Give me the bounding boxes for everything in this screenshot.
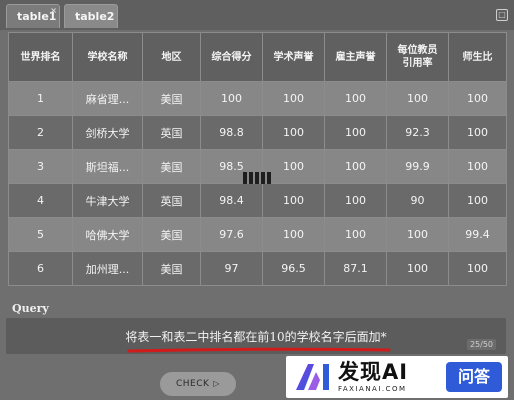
table-cell[interactable]: 97 [200, 251, 263, 286]
table-header-row: 世界排名 学校名称 地区 综合得分 学术声誉 雇主声誉 每位教员引用率 师生比 [8, 32, 507, 82]
table-cell[interactable]: 100 [262, 81, 325, 116]
table-cell[interactable]: 6 [8, 251, 73, 286]
table-cell[interactable]: 87.1 [324, 251, 387, 286]
table-cell[interactable]: 100 [262, 183, 325, 218]
table-cell[interactable]: 麻省理... [72, 81, 143, 116]
table-cell[interactable]: 100 [324, 115, 387, 150]
tab-label: table2 [75, 10, 115, 23]
header-label: 每位教员引用率 [397, 45, 438, 69]
column-header[interactable]: 每位教员引用率 [386, 32, 449, 82]
table-cell[interactable]: 4 [8, 183, 73, 218]
check-button[interactable]: CHECK ▷ [160, 372, 236, 396]
table-cell[interactable]: 100 [324, 149, 387, 184]
table-cell[interactable]: 100 [262, 217, 325, 252]
table-cell[interactable]: 99.4 [448, 217, 507, 252]
table-cell[interactable]: 英国 [142, 183, 201, 218]
tab-table1[interactable]: table1 × [6, 4, 60, 28]
table-cell[interactable]: 99.9 [386, 149, 449, 184]
table-cell[interactable]: 100 [448, 81, 507, 116]
table-cell[interactable]: 96.5 [262, 251, 325, 286]
column-header[interactable]: 雇主声誉 [324, 32, 387, 82]
table-cell[interactable]: 90 [386, 183, 449, 218]
column-header[interactable]: 师生比 [448, 32, 507, 82]
qa-badge: 问答 [446, 362, 502, 392]
table-cell[interactable]: 100 [386, 81, 449, 116]
data-table: 世界排名 学校名称 地区 综合得分 学术声誉 雇主声誉 每位教员引用率 师生比 … [8, 32, 507, 286]
column-header[interactable]: 学校名称 [72, 32, 143, 82]
query-text: 将表一和表二中排名都在前10的学校名字后面加* [125, 330, 387, 344]
table-cell[interactable]: 3 [8, 149, 73, 184]
red-underline-annotation [127, 347, 391, 353]
table-cell[interactable]: 98.4 [200, 183, 263, 218]
table-row[interactable]: 1 麻省理... 美国 100 100 100 100 100 [8, 81, 507, 116]
tab-bar: table1 × table2 □ [0, 0, 514, 30]
loading-icon [243, 172, 271, 184]
column-header[interactable]: 地区 [142, 32, 201, 82]
table-cell[interactable]: 92.3 [386, 115, 449, 150]
table-cell[interactable]: 美国 [142, 149, 201, 184]
table-row[interactable]: 5 哈佛大学 美国 97.6 100 100 100 99.4 [8, 217, 507, 252]
table-cell[interactable]: 100 [448, 183, 507, 218]
table-row[interactable]: 2 剑桥大学 英国 98.8 100 100 92.3 100 [8, 115, 507, 150]
table-cell[interactable]: 98.8 [200, 115, 263, 150]
table-cell[interactable]: 100 [324, 81, 387, 116]
table-cell[interactable]: 5 [8, 217, 73, 252]
table-row[interactable]: 6 加州理... 美国 97 96.5 87.1 100 100 [8, 251, 507, 286]
table-cell[interactable]: 100 [386, 217, 449, 252]
table-cell[interactable]: 美国 [142, 81, 201, 116]
column-header[interactable]: 综合得分 [200, 32, 263, 82]
char-counter: 25/50 [466, 339, 496, 350]
table-cell[interactable]: 牛津大学 [72, 183, 143, 218]
play-icon: ▷ [213, 379, 221, 388]
table-cell[interactable]: 英国 [142, 115, 201, 150]
column-header[interactable]: 世界排名 [8, 32, 73, 82]
table-cell[interactable]: 100 [448, 115, 507, 150]
table-cell[interactable]: 美国 [142, 217, 201, 252]
table-cell[interactable]: 100 [324, 183, 387, 218]
column-header[interactable]: 学术声誉 [262, 32, 325, 82]
watermark-domain: FAXIANAI.COM [338, 384, 407, 393]
table-cell[interactable]: 100 [448, 251, 507, 286]
query-label: Query [12, 302, 49, 315]
table-cell[interactable]: 美国 [142, 251, 201, 286]
table-cell[interactable]: 97.6 [200, 217, 263, 252]
table-cell[interactable]: 100 [262, 149, 325, 184]
table-cell[interactable]: 剑桥大学 [72, 115, 143, 150]
table-cell[interactable]: 100 [386, 251, 449, 286]
table-row[interactable]: 4 牛津大学 英国 98.4 100 100 90 100 [8, 183, 507, 218]
table-cell[interactable]: 2 [8, 115, 73, 150]
logo-icon [296, 364, 329, 390]
close-icon[interactable]: × [50, 0, 57, 23]
watermark-banner: 发现AI FAXIANAI.COM 问答 [286, 356, 508, 398]
table-cell[interactable]: 哈佛大学 [72, 217, 143, 252]
table-cell[interactable]: 100 [448, 149, 507, 184]
table-cell[interactable]: 100 [324, 217, 387, 252]
table-cell[interactable]: 加州理... [72, 251, 143, 286]
table-cell[interactable]: 100 [262, 115, 325, 150]
watermark-title: 发现AI [338, 359, 409, 384]
table-cell[interactable]: 100 [200, 81, 263, 116]
tab-table2[interactable]: table2 [64, 4, 118, 28]
table-cell[interactable]: 1 [8, 81, 73, 116]
check-button-label: CHECK [175, 379, 210, 389]
expand-icon[interactable]: □ [496, 9, 508, 21]
table-cell[interactable]: 斯坦福... [72, 149, 143, 184]
